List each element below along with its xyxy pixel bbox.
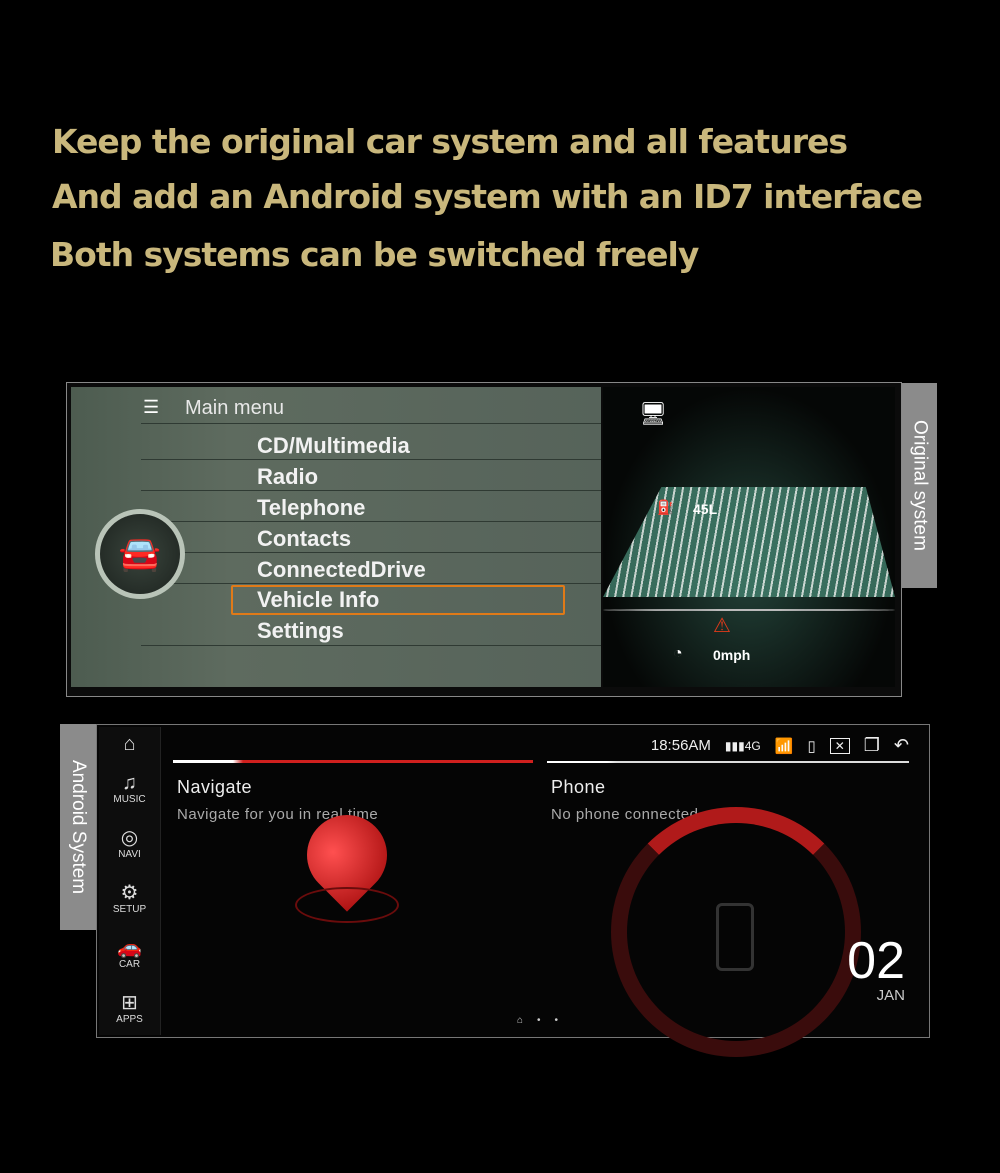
- date-month: JAN: [876, 987, 905, 1004]
- sidebar: ⌂ ♫ MUSIC ◎ NAVI ⚙ SETUP 🚗 CAR ⊞ APPS: [99, 727, 161, 1035]
- fuel-icon: ⛽: [657, 499, 675, 515]
- instrument-cluster: 🖥 ⛽ 45L ⚠ ◔ 0mph: [603, 387, 895, 687]
- navi-icon: ◎: [120, 827, 139, 849]
- signal-icon: ▮▮▮4G: [724, 738, 761, 753]
- road-graphic: [603, 487, 895, 597]
- speedometer-icon: ◔: [673, 645, 683, 662]
- navigate-card[interactable]: Navigate Navigate for you in real time: [177, 777, 537, 1017]
- original-system-tab: Original system: [902, 383, 937, 588]
- status-bar: 18:56AM ▮▮▮4G 📶 ▯ ✕ ❐ ↶: [651, 735, 909, 756]
- sidebar-item-home[interactable]: ⌂: [99, 727, 160, 761]
- android-system-screen: ⌂ ♫ MUSIC ◎ NAVI ⚙ SETUP 🚗 CAR ⊞ APPS 18:56AM…: [96, 724, 930, 1057]
- menu-item-contacts[interactable]: Contacts: [257, 526, 351, 552]
- navigate-bar: [173, 760, 533, 763]
- menu-item-cd-multimedia[interactable]: CD/Multimedia: [257, 433, 410, 459]
- phone-icon: ▯: [807, 737, 816, 755]
- fuel-level: 45L: [693, 501, 718, 517]
- speed-readout: 0mph: [713, 647, 751, 663]
- headline-2: And add an Android system with an ID7 in…: [52, 177, 923, 216]
- date-day: 02: [847, 932, 905, 990]
- setup-icon: ⚙: [120, 882, 139, 904]
- sidebar-item-apps[interactable]: ⊞ APPS: [99, 981, 160, 1036]
- monitor-icon: 🖥: [639, 401, 667, 426]
- back-button[interactable]: ↶: [894, 735, 909, 756]
- apps-icon: ⊞: [121, 992, 138, 1014]
- sidebar-item-music[interactable]: ♫ MUSIC: [99, 761, 160, 816]
- seatbelt-warning-icon: ⚠: [713, 615, 731, 637]
- page-indicator[interactable]: ⌂••: [517, 1015, 572, 1026]
- menu-icon: ☰: [143, 397, 160, 417]
- clock: 18:56AM: [650, 737, 711, 754]
- headline-1: Keep the original car system and all fea…: [52, 122, 848, 161]
- original-system-screen: ☰ Main menu CD/Multimedia Radio Telephon…: [66, 382, 902, 697]
- music-icon: ♫: [122, 772, 137, 794]
- menu-item-settings[interactable]: Settings: [257, 618, 344, 644]
- car-icon: 🚗: [117, 937, 142, 959]
- menu-item-connecteddrive[interactable]: ConnectedDrive: [257, 557, 426, 583]
- sidebar-item-setup[interactable]: ⚙ SETUP: [99, 871, 160, 926]
- menu-title: Main menu: [185, 397, 284, 419]
- home-icon: ⌂: [123, 733, 136, 755]
- menu-item-vehicle-info[interactable]: Vehicle Info: [257, 587, 379, 613]
- car-icon: 🚘: [95, 509, 185, 599]
- wifi-icon: 📶: [774, 737, 794, 755]
- recent-apps-button[interactable]: ❐: [864, 735, 880, 756]
- headline-3: Both systems can be switched freely: [50, 235, 699, 274]
- phone-title: Phone: [551, 777, 606, 797]
- menu-item-telephone[interactable]: Telephone: [257, 495, 365, 521]
- sidebar-item-car[interactable]: 🚗 CAR: [99, 926, 160, 981]
- main-menu: ☰ Main menu CD/Multimedia Radio Telephon…: [71, 387, 601, 687]
- sidebar-item-navi[interactable]: ◎ NAVI: [99, 816, 160, 871]
- close-app-button[interactable]: ✕: [829, 737, 850, 754]
- phone-icon: [716, 903, 754, 971]
- menu-item-radio[interactable]: Radio: [257, 464, 318, 490]
- phone-bar: [547, 761, 909, 763]
- android-system-tab: Android System: [60, 724, 96, 930]
- navigate-title: Navigate: [177, 777, 253, 797]
